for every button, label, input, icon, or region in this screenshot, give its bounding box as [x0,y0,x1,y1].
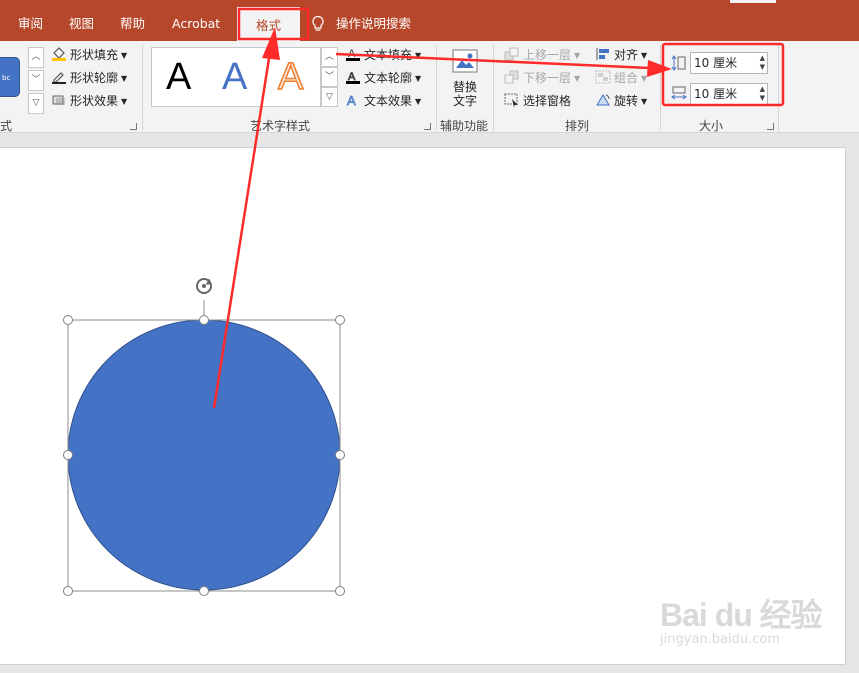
tab-acrobat[interactable]: Acrobat [172,14,220,34]
send-backward-icon [504,70,519,84]
text-outline-label: 文本轮廓 [364,71,413,85]
text-effects-button[interactable]: A 文本效果 ▼ [345,92,422,110]
group-icon [595,70,611,84]
bring-forward-icon [504,47,519,61]
wordart-group-label: 艺术字样式 [250,119,311,133]
watermark-brand: Bai du 经验 [660,597,823,633]
group-button[interactable]: 组合 ▼ [595,69,647,87]
shape-fill-label: 形状填充 [70,48,119,62]
title-tab-bar: 审阅 视图 帮助 Acrobat 格式 操作说明搜索 [0,0,859,41]
width-spinner[interactable]: ▲ ▼ [760,85,765,103]
shape-style-scroll: ︿ ﹀ ▽ [28,47,45,116]
align-button[interactable]: 对齐 ▼ [595,46,647,64]
group-separator [778,45,779,131]
shape-styles-group-label: 式 [0,119,13,133]
rotate-button[interactable]: 旋转 ▼ [595,92,647,110]
scroll-up-button[interactable]: ︿ [28,47,44,68]
tab-view[interactable]: 视图 [69,14,94,34]
tab-format-label: 格式 [255,18,281,33]
text-fill-label: 文本填充 [364,48,413,62]
rotate-icon [596,94,610,106]
arrange-group-label: 排列 [565,119,590,133]
size-launcher[interactable] [767,123,774,130]
text-effects-label: 文本效果 [364,94,413,108]
shape-styles-launcher[interactable] [130,123,137,130]
shape-height-input[interactable]: 10 厘米 ▲ ▼ [690,52,768,74]
wordart-gallery[interactable]: A A A [151,47,321,107]
accessibility-group-label: 辅助功能 [440,119,489,133]
pen-icon [52,72,66,84]
height-spinner[interactable]: ▲ ▼ [760,54,765,72]
height-icon [671,55,686,71]
alt-text-label-1: 替换 [452,80,477,94]
wordart-launcher[interactable] [424,123,431,130]
wordart-style-black[interactable]: A [166,56,191,98]
rotate-label: 旋转 [614,94,639,108]
group-separator [493,45,494,131]
scroll-down-button[interactable]: ﹀ [28,70,44,91]
paint-bucket-icon [52,47,66,61]
shape-outline-label: 形状轮廓 [70,71,119,85]
shape-fill-button[interactable]: 形状填充 ▼ [51,46,127,64]
shape-effects-icon [52,95,65,105]
selection-pane-label: 选择窗格 [523,94,572,108]
align-icon [596,48,609,60]
text-effects-icon: A [347,93,357,107]
bring-forward-button[interactable]: 上移一层 ▼ [504,46,580,64]
shape-width-input[interactable]: 10 厘米 ▲ ▼ [690,83,768,105]
bring-forward-label: 上移一层 [523,48,572,62]
lightbulb-icon [312,15,324,31]
shape-outline-button[interactable]: 形状轮廓 ▼ [51,69,127,87]
alt-text-button[interactable]: 替换 文字 [448,47,482,108]
align-label: 对齐 [614,48,639,62]
shape-effects-label: 形状效果 [70,94,119,108]
send-backward-button[interactable]: 下移一层 ▼ [504,69,580,87]
text-fill-icon: A [346,48,360,61]
text-fill-button[interactable]: A 文本填充 ▼ [345,46,421,64]
size-group-label: 大小 [699,119,724,133]
alt-text-label-2: 文字 [452,94,477,108]
text-outline-icon: A [346,71,360,84]
baidu-watermark: Bai du 经验 jingyan.baidu.com [660,580,840,660]
group-separator [142,45,143,131]
shape-style-preview[interactable]: bc [0,57,20,97]
tell-me-search[interactable]: 操作说明搜索 [336,14,411,34]
scroll-up-button[interactable]: ︿ [321,47,338,67]
tab-review[interactable]: 审阅 [18,14,43,34]
svg-text:A: A [347,93,356,107]
send-backward-label: 下移一层 [523,71,572,85]
text-outline-button[interactable]: A 文本轮廓 ▼ [345,69,421,87]
window-control[interactable] [730,0,776,3]
width-icon [671,86,687,100]
selection-pane-icon [504,93,518,107]
group-label: 组合 [614,71,639,85]
more-styles-button[interactable]: ▽ [321,87,338,107]
ribbon: bc ︿ ﹀ ▽ 形状填充 ▼ 形状轮廓 ▼ 形状效果 ▼ 式 A A A ︿ ﹀ ▽… [0,41,859,133]
wordart-style-blue[interactable]: A [222,56,247,98]
watermark-url: jingyan.baidu.com [660,632,780,647]
more-styles-button[interactable]: ▽ [28,93,44,114]
tab-format[interactable]: 格式 [237,7,300,41]
shape-effects-button[interactable]: 形状效果 ▼ [51,92,127,110]
shape-height-value: 10 厘米 [694,56,738,70]
tab-help[interactable]: 帮助 [120,14,145,34]
shape-width-value: 10 厘米 [694,87,738,101]
wordart-style-orange[interactable]: A [277,55,304,99]
alt-text-icon [452,49,478,73]
selection-pane-button[interactable]: 选择窗格 [504,92,571,110]
group-separator [436,45,437,131]
group-separator [660,45,661,131]
scroll-down-button[interactable]: ﹀ [321,67,338,87]
wordart-scroll: ︿ ﹀ ▽ [321,47,338,107]
